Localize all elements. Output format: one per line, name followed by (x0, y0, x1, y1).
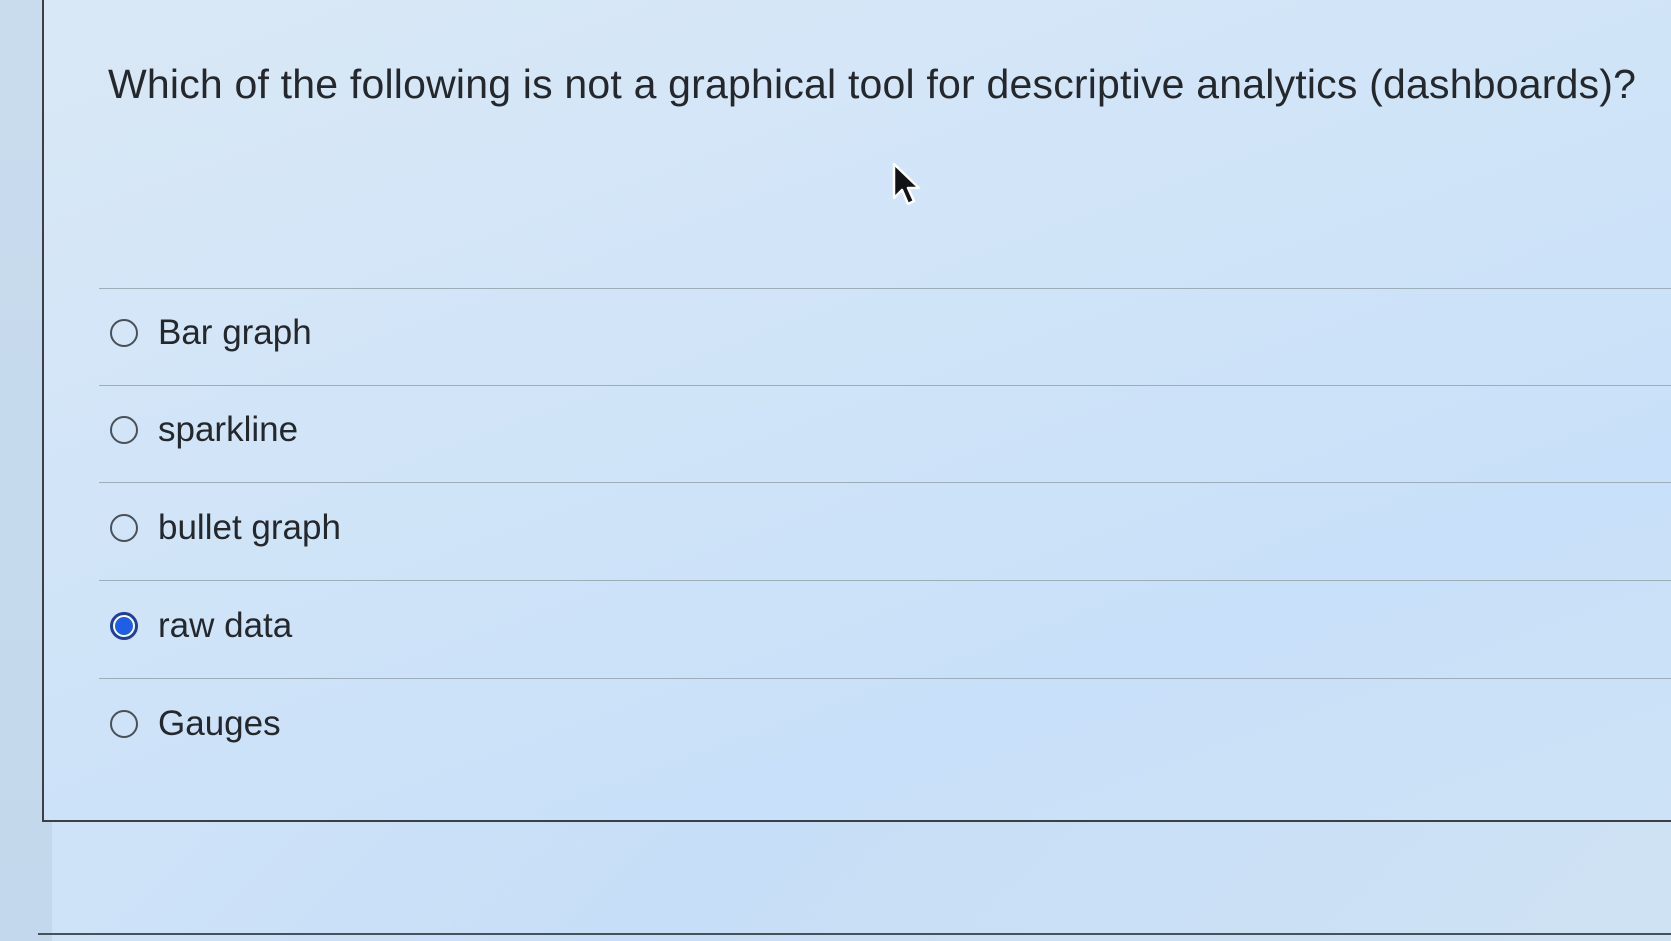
radio-button[interactable] (110, 319, 138, 347)
divider (99, 288, 1671, 289)
divider (99, 580, 1671, 581)
option-bullet-graph[interactable]: bullet graph (110, 500, 341, 556)
radio-selected-dot (115, 617, 133, 635)
radio-button[interactable] (110, 710, 138, 738)
divider (99, 482, 1671, 483)
radio-button[interactable] (110, 514, 138, 542)
question-text: Which of the following is not a graphica… (108, 61, 1637, 107)
next-panel-edge (38, 933, 1671, 941)
question-panel: Which of the following is not a graphica… (42, 0, 1671, 822)
option-label: raw data (158, 606, 293, 645)
radio-button-selected[interactable] (110, 612, 138, 640)
option-raw-data[interactable]: raw data (110, 598, 292, 654)
divider (99, 678, 1671, 679)
divider (99, 385, 1671, 386)
option-label: bullet graph (158, 508, 341, 547)
option-label: sparkline (158, 410, 299, 449)
option-label: Bar graph (158, 313, 312, 352)
option-sparkline[interactable]: sparkline (110, 402, 298, 458)
option-gauges[interactable]: Gauges (110, 696, 281, 752)
option-bar-graph[interactable]: Bar graph (110, 305, 312, 361)
mouse-pointer-icon (892, 162, 921, 206)
option-label: Gauges (158, 704, 281, 743)
radio-button[interactable] (110, 416, 138, 444)
